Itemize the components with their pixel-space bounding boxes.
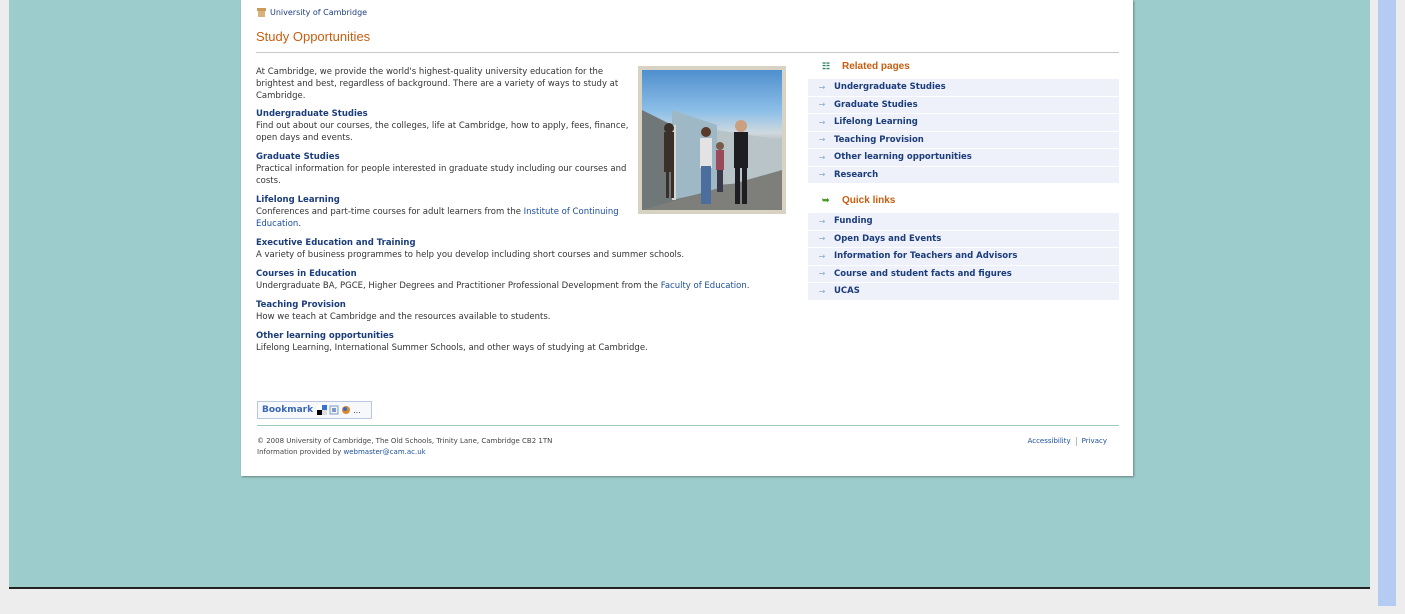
section-text-end: . [298, 219, 302, 229]
intro-text: At Cambridge, we provide the world's hig… [256, 67, 619, 101]
footer: © 2008 University of Cambridge, The Old … [257, 436, 552, 458]
footer-divider [257, 425, 1119, 426]
sidebar: ☷ Related pages → Undergraduate Studies →… [808, 53, 1119, 301]
section-heading[interactable]: Teaching Provision [256, 300, 811, 311]
arrow-icon: → [818, 251, 826, 261]
accessibility-link[interactable]: Accessibility [1028, 437, 1071, 446]
section-text: How we teach at Cambridge and the resour… [256, 312, 551, 322]
delicious-icon [317, 405, 328, 415]
section-text: Lifelong Learning, International Summer … [256, 343, 648, 353]
footer-links: Accessibility Privacy [1028, 437, 1107, 446]
arrow-icon: → [818, 117, 826, 127]
copyright-text: © 2008 University of Cambridge, The Old … [257, 437, 553, 445]
related-item-label[interactable]: Lifelong Learning [834, 117, 918, 127]
photo-image [642, 70, 782, 210]
university-crest-icon [257, 8, 266, 17]
quick-item-label[interactable]: Open Days and Events [834, 234, 941, 244]
students-photo [638, 66, 786, 214]
section-lifelong: Lifelong Learning Conferences and part-t… [256, 195, 631, 230]
related-item-graduate[interactable]: → Graduate Studies [808, 96, 1119, 113]
webmaster-link[interactable]: webmaster@cam.ac.uk [344, 448, 426, 456]
related-item-teaching[interactable]: → Teaching Provision [808, 131, 1119, 148]
related-pages-title: Related pages [842, 60, 910, 72]
quick-item-teachers[interactable]: → Information for Teachers and Advisors [808, 248, 1119, 265]
section-heading[interactable]: Graduate Studies [256, 152, 631, 163]
section-undergraduate: Undergraduate Studies Find out about our… [256, 109, 631, 144]
section-text: Practical information for people interes… [256, 164, 627, 186]
quick-links-header: ➥ Quick links [808, 187, 1119, 213]
vertical-scrollbar[interactable] [1378, 0, 1396, 606]
section-heading[interactable]: Lifelong Learning [256, 195, 631, 206]
section-text-end: . [746, 281, 750, 291]
quick-item-label[interactable]: UCAS [834, 286, 860, 296]
section-text-body: Conferences and part-time courses for ad… [256, 207, 524, 217]
related-item-lifelong[interactable]: → Lifelong Learning [808, 114, 1119, 131]
list-icon: ☷ [822, 60, 831, 71]
arrow-icon: → [818, 152, 826, 162]
arrow-icon: → [818, 269, 826, 279]
breadcrumb[interactable]: University of Cambridge [257, 8, 367, 17]
section-executive: Executive Education and Training A varie… [256, 238, 811, 261]
section-heading[interactable]: Undergraduate Studies [256, 109, 631, 120]
quick-item-funding[interactable]: → Funding [808, 213, 1119, 230]
browser-viewport: University of Cambridge Study Opportunit… [9, 0, 1370, 589]
section-text: A variety of business programmes to help… [256, 250, 685, 260]
section-education: Courses in Education Undergraduate BA, P… [256, 269, 811, 292]
related-item-research[interactable]: → Research [808, 166, 1119, 183]
quick-item-facts[interactable]: → Course and student facts and figures [808, 265, 1119, 282]
footer-separator [1075, 437, 1077, 446]
privacy-link[interactable]: Privacy [1082, 437, 1107, 446]
arrow-icon: → [818, 100, 826, 110]
related-item-undergraduate[interactable]: → Undergraduate Studies [808, 79, 1119, 96]
section-text: Find out about our courses, the colleges… [256, 121, 629, 143]
quick-item-label[interactable]: Course and student facts and figures [834, 269, 1012, 279]
breadcrumb-link[interactable]: University of Cambridge [270, 8, 367, 17]
related-item-label[interactable]: Undergraduate Studies [834, 82, 946, 92]
arrow-icon: → [818, 234, 826, 244]
related-item-label[interactable]: Graduate Studies [834, 100, 918, 110]
page-title: Study Opportunities [256, 29, 371, 44]
section-other: Other learning opportunities Lifelong Le… [256, 331, 811, 354]
arrow-icon: → [818, 135, 826, 145]
quick-links-title: Quick links [842, 194, 896, 206]
related-item-label[interactable]: Other learning opportunities [834, 152, 972, 162]
quick-item-label[interactable]: Funding [834, 216, 873, 226]
faculty-link[interactable]: Faculty of Education [661, 281, 747, 291]
section-heading[interactable]: Other learning opportunities [256, 331, 811, 342]
stumbleupon-icon [341, 405, 351, 415]
arrow-icon: → [818, 286, 826, 296]
bookmark-label: Bookmark [262, 405, 314, 415]
quick-item-open-days[interactable]: → Open Days and Events [808, 230, 1119, 247]
section-heading[interactable]: Courses in Education [256, 269, 811, 280]
section-heading[interactable]: Executive Education and Training [256, 238, 811, 249]
arrow-icon: → [818, 170, 826, 180]
section-text: Undergraduate BA, PGCE, Higher Degrees a… [256, 280, 811, 292]
section-graduate: Graduate Studies Practical information f… [256, 152, 631, 187]
arrow-icon: → [818, 216, 826, 226]
provided-line: Information provided by webmaster@cam.ac… [257, 447, 552, 458]
section-text-body: Undergraduate BA, PGCE, Higher Degrees a… [256, 281, 661, 291]
arrow-icon: → [818, 82, 826, 92]
provided-text: Information provided by [257, 448, 344, 456]
section-text: Conferences and part-time courses for ad… [256, 206, 631, 230]
digg-icon [329, 405, 339, 415]
related-item-label[interactable]: Research [834, 170, 878, 180]
related-item-label[interactable]: Teaching Provision [834, 135, 924, 145]
section-teaching: Teaching Provision How we teach at Cambr… [256, 300, 811, 323]
quick-item-label[interactable]: Information for Teachers and Advisors [834, 251, 1017, 261]
related-item-other[interactable]: → Other learning opportunities [808, 149, 1119, 166]
leaf-arrow-icon: ➥ [822, 194, 830, 205]
page-container: University of Cambridge Study Opportunit… [241, 0, 1133, 476]
bookmark-button[interactable]: Bookmark ... [257, 401, 372, 419]
quick-item-ucas[interactable]: → UCAS [808, 283, 1119, 300]
bookmark-more: ... [353, 405, 361, 415]
related-pages-header: ☷ Related pages [808, 53, 1119, 79]
